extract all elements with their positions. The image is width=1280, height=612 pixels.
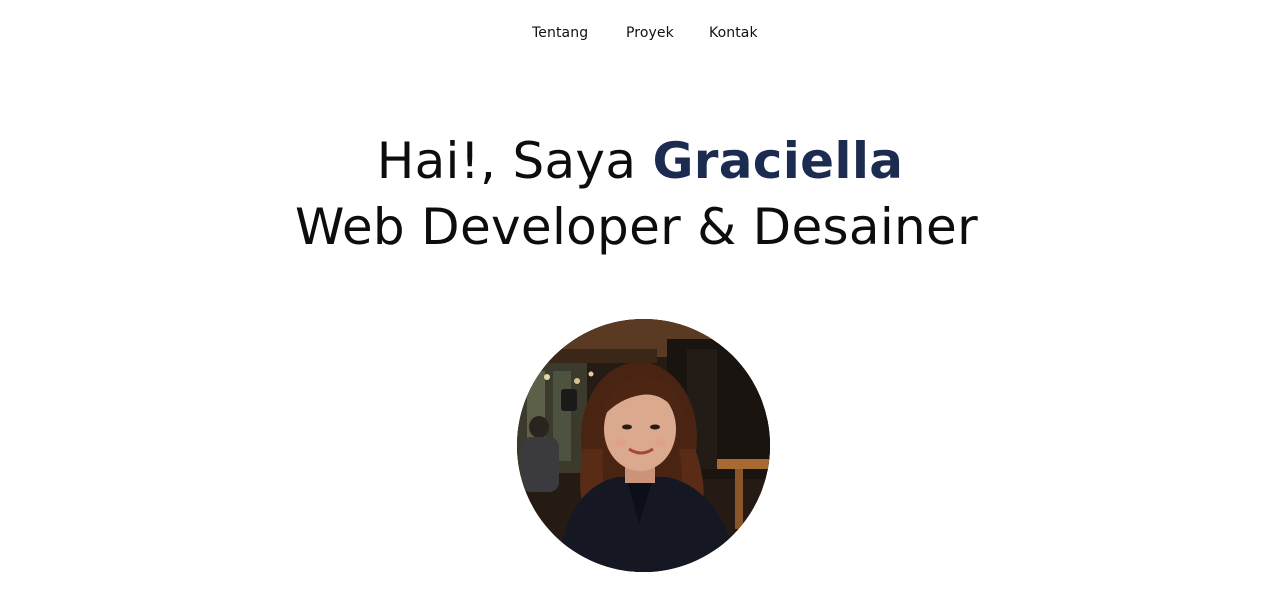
avatar	[517, 319, 770, 572]
hero-section: Hai!, Saya Graciella Web Developer & Des…	[0, 128, 1280, 260]
nav-link-proyek[interactable]: Proyek	[626, 22, 674, 44]
greeting-text: Hai!, Saya	[376, 132, 653, 190]
profile-photo-icon	[517, 319, 770, 572]
nav-link-kontak[interactable]: Kontak	[709, 22, 758, 44]
nav-link-tentang[interactable]: Tentang	[532, 22, 588, 44]
hero-greeting: Hai!, Saya Graciella	[0, 128, 1280, 194]
hero-name: Graciella	[652, 132, 904, 190]
hero-role: Web Developer & Desainer	[295, 198, 978, 256]
top-nav: Tentang Proyek Kontak	[0, 22, 1280, 46]
